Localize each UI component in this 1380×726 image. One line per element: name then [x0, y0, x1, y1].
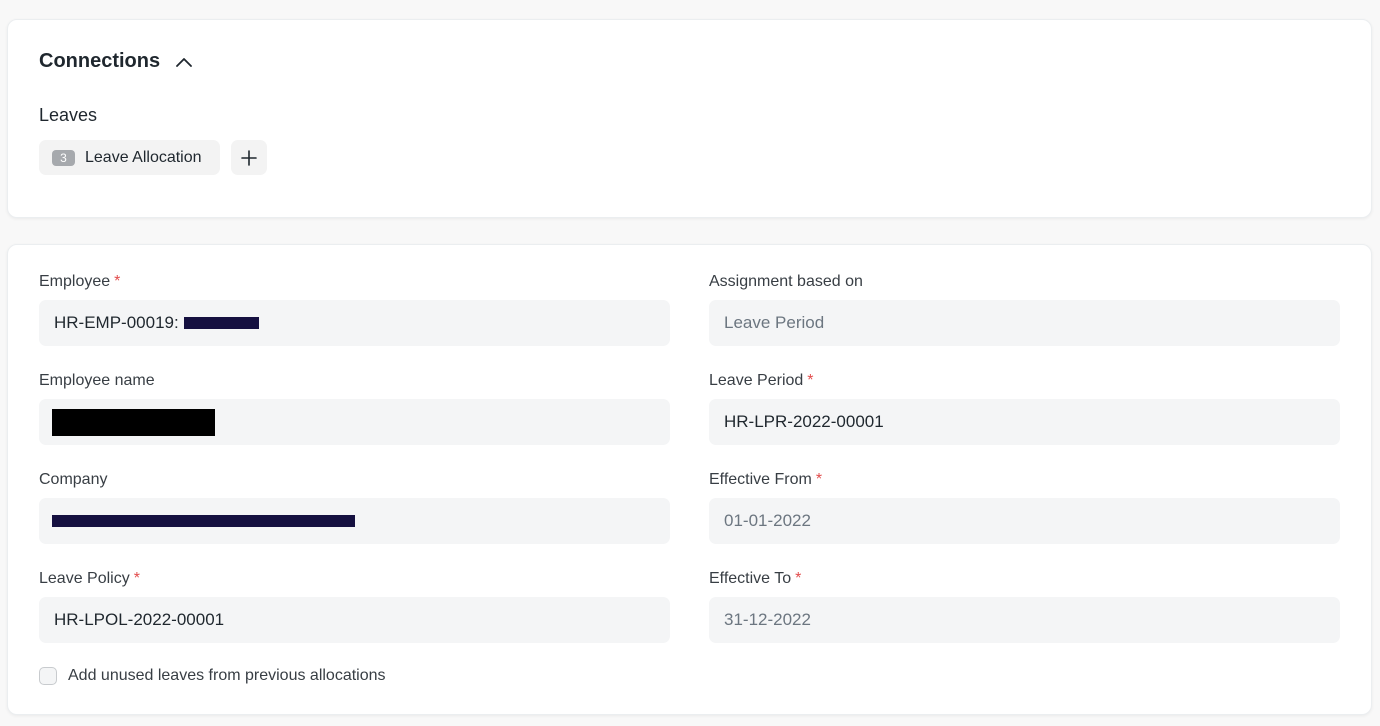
effective-to-field[interactable]: 31-12-2022 [709, 597, 1340, 643]
redacted-employee-name-value [52, 408, 215, 436]
employee-name-field[interactable] [39, 399, 670, 445]
carry-forward-checkbox[interactable] [39, 667, 57, 685]
effective-to-value: 31-12-2022 [724, 610, 811, 629]
chevron-up-icon[interactable] [174, 52, 194, 72]
leave-period-field[interactable]: HR-LPR-2022-00001 [709, 399, 1340, 445]
employee-label-text: Employee [39, 273, 111, 290]
leave-allocation-label: Leave Allocation [85, 148, 202, 166]
effective-to-label-text: Effective To [709, 570, 792, 587]
required-marker: * [807, 372, 814, 389]
leaves-section-label: Leaves [39, 105, 98, 125]
required-marker: * [114, 273, 121, 290]
connections-card: Connections Leaves 3 Leave Allocation [7, 19, 1372, 218]
redacted-company-value [52, 515, 355, 527]
required-marker: * [795, 570, 802, 587]
leave-policy-field[interactable]: HR-LPOL-2022-00001 [39, 597, 670, 643]
leave-policy-label-text: Leave Policy [39, 570, 130, 587]
assignment-based-on-label: Assignment based on [709, 273, 863, 290]
effective-to-label: Effective To * [709, 570, 801, 588]
company-field[interactable] [39, 498, 670, 544]
effective-from-value: 01-01-2022 [724, 511, 811, 530]
plus-icon [241, 149, 257, 166]
connections-title: Connections [39, 50, 161, 72]
leave-period-value: HR-LPR-2022-00001 [724, 412, 884, 431]
leave-policy-label: Leave Policy * [39, 570, 140, 588]
carry-forward-row[interactable]: Add unused leaves from previous allocati… [39, 667, 386, 685]
leave-allocation-count-badge: 3 [52, 149, 75, 166]
company-label: Company [39, 471, 108, 488]
connections-header[interactable]: Connections [39, 50, 194, 73]
employee-field[interactable]: HR-EMP-00019: [39, 300, 670, 346]
leave-period-label-text: Leave Period [709, 372, 804, 389]
employee-name-label: Employee name [39, 372, 155, 389]
leave-period-label: Leave Period * [709, 372, 814, 390]
employee-label: Employee * [39, 273, 120, 291]
effective-from-field[interactable]: 01-01-2022 [709, 498, 1340, 544]
carry-forward-label: Add unused leaves from previous allocati… [68, 667, 386, 684]
assignment-based-on-select[interactable]: Leave Period [709, 300, 1340, 346]
leave-policy-value: HR-LPOL-2022-00001 [54, 610, 225, 629]
effective-from-label-text: Effective From [709, 471, 812, 488]
employee-value: HR-EMP-00019: [54, 313, 179, 332]
required-marker: * [815, 471, 823, 488]
leave-allocation-link[interactable]: 3 Leave Allocation [39, 140, 220, 175]
required-marker: * [133, 570, 140, 587]
assignment-based-on-value: Leave Period [724, 313, 825, 332]
redacted-employee-name [183, 317, 259, 329]
add-leave-allocation-button[interactable] [231, 140, 267, 175]
form-card: Employee * HR-EMP-00019: Employee name Co… [7, 244, 1372, 715]
effective-from-label: Effective From * [709, 471, 822, 489]
